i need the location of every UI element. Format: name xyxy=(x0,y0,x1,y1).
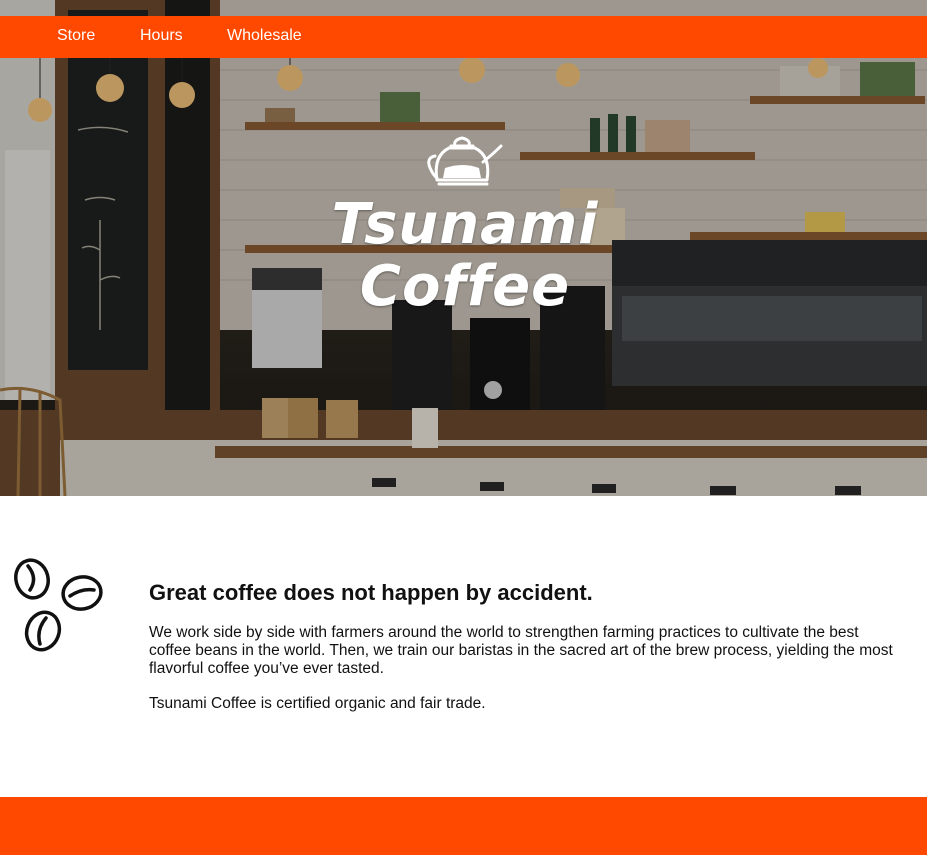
coffee-beans-icon xyxy=(14,558,103,652)
nav-link-store[interactable]: Store xyxy=(57,27,95,45)
about-paragraph-2: Tsunami Coffee is certified organic and … xyxy=(149,695,486,712)
about-heading: Great coffee does not happen by accident… xyxy=(149,580,593,605)
about-paragraph-1: We work side by side with farmers around… xyxy=(149,624,893,677)
logo-line-1: Tsunami xyxy=(331,192,599,257)
top-nav: Store Hours Wholesale xyxy=(0,16,927,58)
logo-line-2: Coffee xyxy=(359,254,571,319)
brand-logo[interactable]: Tsunami Coffee xyxy=(330,134,600,324)
footer-bar xyxy=(0,797,927,855)
about-section: Great coffee does not happen by accident… xyxy=(149,580,894,730)
kettle-icon xyxy=(427,136,503,186)
nav-link-hours[interactable]: Hours xyxy=(140,27,183,45)
nav-link-wholesale[interactable]: Wholesale xyxy=(227,27,302,45)
hero-banner: Tsunami Coffee xyxy=(0,0,927,496)
